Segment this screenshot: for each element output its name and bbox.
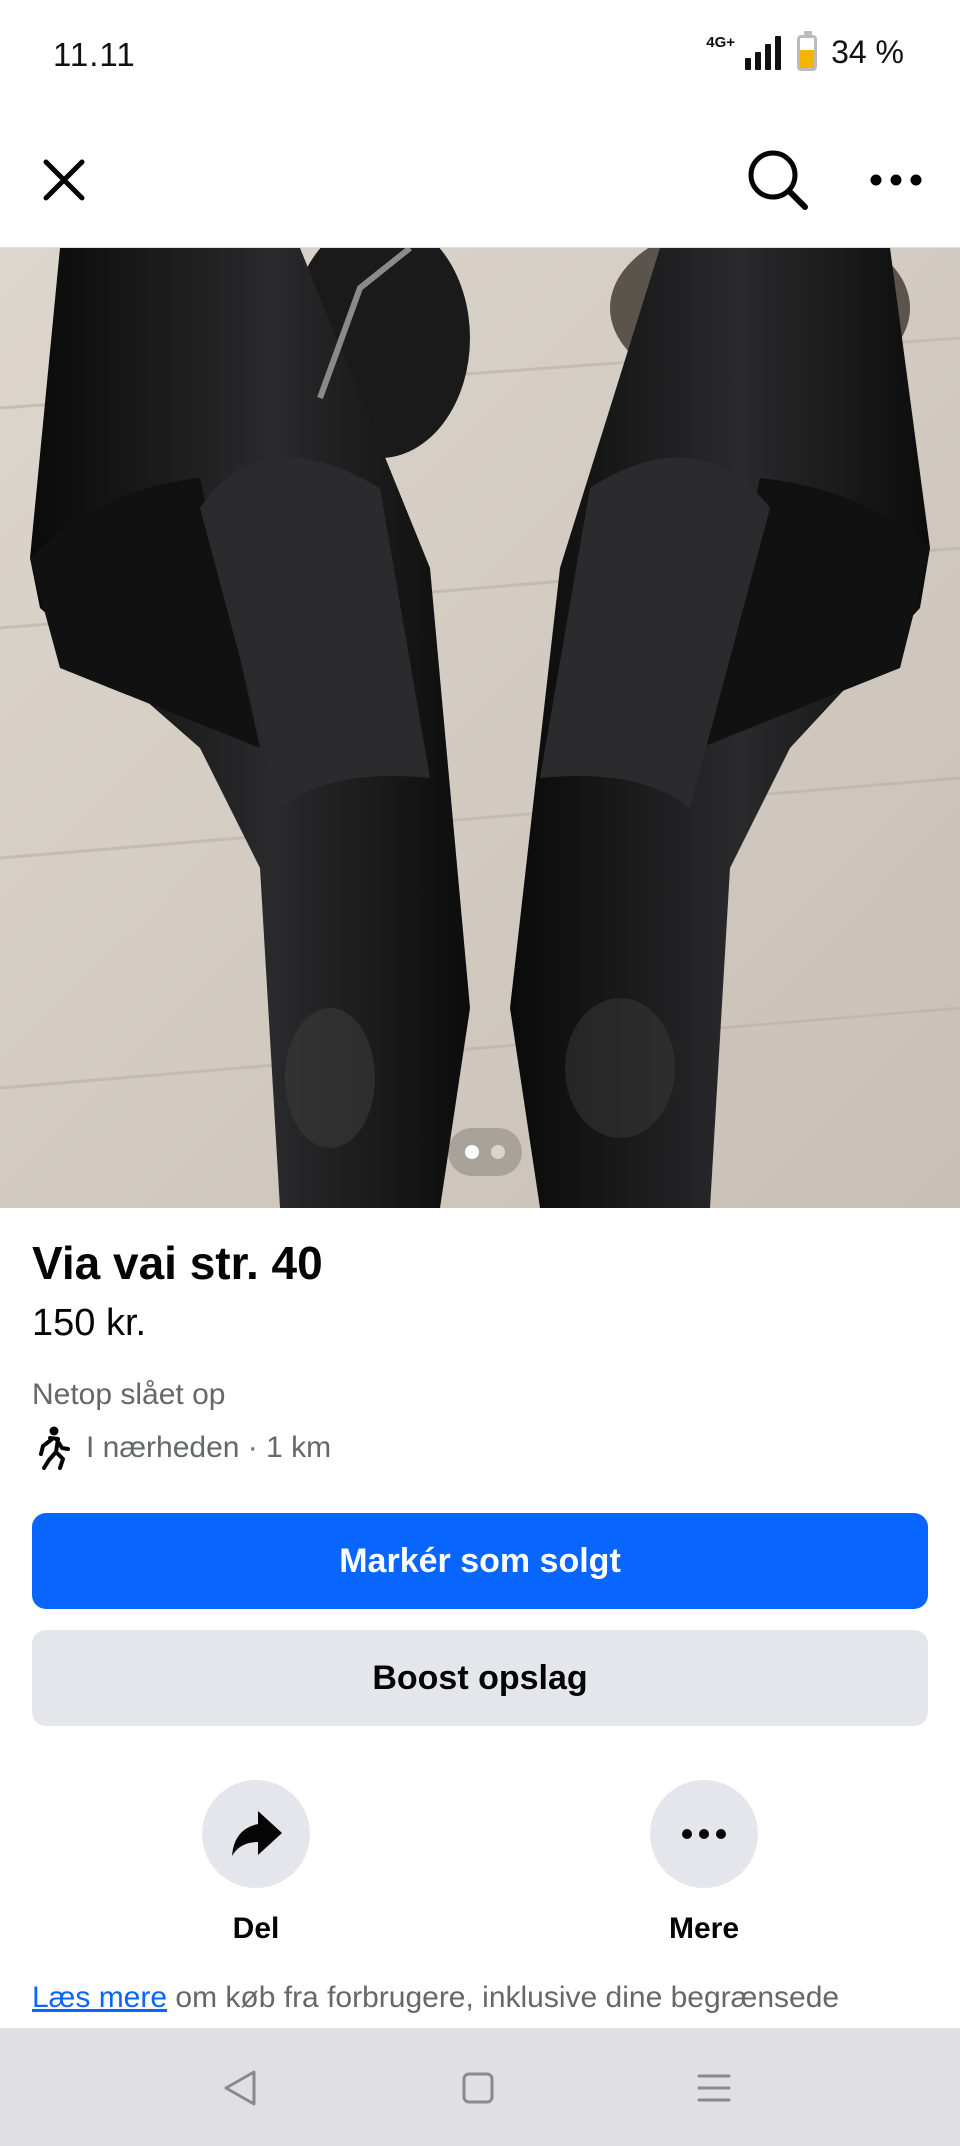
share-icon [232,1811,282,1856]
home-button[interactable] [454,2064,502,2112]
status-indicators: 4G+ 34 % [706,30,904,71]
pagination-dot-active [465,1145,479,1159]
more-button[interactable] [650,1780,758,1888]
share-label: Del [232,1912,280,1945]
more-horizontal-icon [682,1829,726,1839]
close-icon [43,159,85,201]
info-text: om køb fra forbrugere, inklusive dine be… [167,1981,840,2014]
close-button[interactable] [26,142,102,218]
recents-button[interactable] [690,2064,738,2112]
consumer-info-text: Læs mere om køb fra forbrugere, inklusiv… [32,1978,928,2030]
posted-time: Netop slået op [32,1378,226,1411]
boost-listing-button[interactable]: Boost opslag [32,1630,928,1726]
location-text: I nærheden · 1 km [86,1431,332,1464]
walking-person-icon [39,1426,70,1470]
pagination-dot [491,1145,505,1159]
listing-price: 150 kr. [32,1302,147,1344]
battery-percent: 34 % [831,34,904,70]
system-navigation-bar [0,2028,960,2146]
read-more-link[interactable]: Læs mere [32,1981,167,2014]
search-icon [748,150,808,210]
more-horizontal-icon [870,174,922,186]
share-button[interactable] [202,1780,310,1888]
search-button[interactable] [740,142,816,218]
boots-image [0,248,960,1208]
location-row: I nærheden · 1 km [32,1426,331,1470]
listing-photo[interactable] [0,248,960,1208]
more-label: Mere [668,1912,740,1945]
share-action[interactable]: Del [201,1780,311,1946]
status-time: 11.11 [53,36,136,73]
mark-as-sold-button[interactable]: Markér som solgt [32,1513,928,1609]
battery-icon [797,30,818,71]
back-triangle-icon [224,2070,256,2106]
listing-title: Via vai str. 40 [32,1237,323,1289]
menu-lines-icon [697,2074,731,2102]
status-bar: 11.11 4G+ 34 % [0,0,960,112]
more-options-button[interactable] [858,142,934,218]
network-type: 4G+ [706,34,736,51]
signal-icon [745,35,782,70]
more-action[interactable]: Mere [649,1780,759,1946]
home-square-icon [462,2072,494,2104]
back-button[interactable] [216,2064,264,2112]
top-nav [0,112,960,248]
photo-pagination [448,1128,522,1176]
